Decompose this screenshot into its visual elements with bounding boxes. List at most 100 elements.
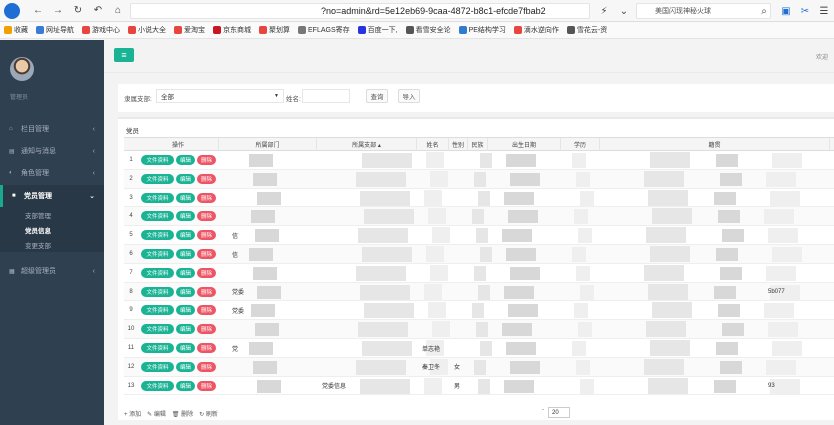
doc-button[interactable]: 文件资料	[141, 286, 174, 297]
delete-button[interactable]: 删除	[197, 343, 216, 353]
delete-button[interactable]: 删除	[197, 249, 216, 259]
doc-button[interactable]: 文件资料	[141, 343, 174, 353]
name-input[interactable]	[302, 89, 350, 103]
delete-button[interactable]: 删除	[197, 305, 216, 316]
edit-button[interactable]: 编辑	[176, 324, 195, 335]
bookmark-item[interactable]: 雪花云-资	[566, 25, 607, 35]
table-row[interactable]: 7 文件资料 编辑 删除	[124, 264, 834, 283]
submenu-change-branch[interactable]: 变更支部	[0, 237, 104, 252]
table-row[interactable]: 2 文件资料 编辑 删除	[124, 169, 834, 189]
table-row[interactable]: 12 文件资料 编辑 删除 秦卫冬 女	[124, 357, 834, 377]
doc-button[interactable]: 文件资料	[141, 230, 174, 241]
bookmark-item[interactable]: 滴水逆向作	[513, 25, 559, 35]
bookmark-item[interactable]: 百度一下,	[357, 25, 398, 35]
bookmark-item[interactable]: 小说大全	[128, 25, 166, 35]
page-size-select[interactable]: 20	[548, 407, 570, 418]
column-header[interactable]: 籍贯	[600, 138, 830, 151]
menu-icon[interactable]: ☰	[816, 3, 832, 19]
bookmark-item[interactable]: 收藏	[4, 25, 28, 35]
edit-button[interactable]: 编辑	[176, 343, 195, 353]
refresh-icon[interactable]: ↻	[70, 3, 86, 19]
delete-button[interactable]: 删除	[197, 192, 216, 203]
column-header[interactable]: 所属部门	[219, 138, 317, 151]
avatar[interactable]	[10, 57, 34, 81]
back-icon[interactable]: ←	[30, 3, 46, 19]
doc-button[interactable]: 文件资料	[141, 267, 174, 278]
edit-button[interactable]: 编辑	[176, 230, 195, 241]
refresh-button[interactable]: ↻ 刷新	[199, 409, 218, 418]
bookmark-item[interactable]: 游戏中心	[82, 25, 120, 35]
doc-button[interactable]: 文件资料	[141, 361, 174, 372]
delete-button[interactable]: 删除	[197, 361, 216, 372]
delete-button[interactable]: 删除	[197, 286, 216, 297]
doc-button[interactable]: 文件资料	[141, 249, 174, 259]
undo-icon[interactable]: ↶	[90, 3, 106, 19]
import-button[interactable]: 导入	[398, 89, 420, 103]
address-bar[interactable]: ?no=admin&rd=5e12eb69-9caa-4872-b8c1-efc…	[130, 3, 590, 19]
table-row[interactable]: 11 文件资料 编辑 删除 党 单志艳	[124, 339, 834, 358]
delete-button[interactable]: 删除	[197, 380, 216, 391]
column-header[interactable]: 所属支部 ▴	[317, 138, 417, 151]
column-header[interactable]: 学历	[561, 138, 600, 151]
edit-button[interactable]: 编辑	[176, 211, 195, 222]
doc-button[interactable]: 文件资料	[141, 324, 174, 335]
forward-icon[interactable]: →	[50, 3, 66, 19]
delete-button[interactable]: 删除	[197, 211, 216, 222]
edit-button[interactable]: 编辑	[176, 173, 195, 184]
edit-button[interactable]: 编辑	[176, 192, 195, 203]
edit-button[interactable]: 编辑	[176, 361, 195, 372]
screenshot-icon[interactable]: ✂	[797, 3, 813, 19]
delete-button[interactable]: 删除	[197, 155, 216, 165]
column-header[interactable]: 性别	[449, 138, 468, 151]
doc-button[interactable]: 文件资料	[141, 380, 174, 391]
extension-icon[interactable]: ▣	[778, 3, 794, 19]
edit-button[interactable]: 编辑	[176, 380, 195, 391]
table-row[interactable]: 4 文件资料 编辑 删除	[124, 207, 834, 227]
edit-button[interactable]: 编辑	[176, 305, 195, 316]
delete-button[interactable]: 删除	[197, 267, 216, 278]
column-header[interactable]: 出生日期	[488, 138, 561, 151]
add-button[interactable]: + 添加	[124, 409, 141, 418]
table-row[interactable]: 10 文件资料 编辑 删除	[124, 320, 834, 339]
search-icon[interactable]: ⌕	[756, 3, 772, 19]
delete-button[interactable]: 删除	[197, 173, 216, 184]
table-row[interactable]: 3 文件资料 编辑 删除	[124, 189, 834, 208]
bookmark-item[interactable]: 看雪安全论	[405, 25, 451, 35]
delete-button[interactable]: 删除	[197, 324, 216, 335]
table-row[interactable]: 13 文件资料 编辑 删除 党委信息 男 93	[124, 377, 834, 396]
bookmark-item[interactable]: 京东商城	[213, 25, 251, 35]
column-header[interactable]: 姓名	[417, 138, 449, 151]
doc-button[interactable]: 文件资料	[141, 173, 174, 184]
dropdown-icon[interactable]: ⌄	[616, 3, 632, 19]
column-header[interactable]: 民族	[468, 138, 488, 151]
lightning-icon[interactable]: ⚡	[596, 3, 612, 19]
edit-button[interactable]: ✎ 编辑	[147, 409, 166, 418]
menu-item-members[interactable]: ■ 党员管理 ⌄	[0, 185, 104, 207]
table-row[interactable]: 5 文件资料 编辑 删除 信	[124, 226, 834, 245]
bookmark-item[interactable]: 聚划算	[259, 25, 290, 35]
menu-item-superadmin[interactable]: ▦ 超级管理员 ‹	[0, 260, 104, 282]
table-row[interactable]: 1 文件资料 编辑 删除	[124, 151, 834, 170]
delete-button[interactable]: 🗑 删除	[172, 409, 193, 418]
table-row[interactable]: 6 文件资料 编辑 删除 信	[124, 245, 834, 264]
edit-button[interactable]: 编辑	[176, 249, 195, 259]
table-row[interactable]: 9 文件资料 编辑 删除 党委	[124, 301, 834, 321]
menu-item-notices[interactable]: ▤ 通知与消息 ‹	[0, 140, 104, 162]
doc-button[interactable]: 文件资料	[141, 192, 174, 203]
edit-button[interactable]: 编辑	[176, 286, 195, 297]
bookmark-item[interactable]: 爱淘宝	[174, 25, 205, 35]
table-row[interactable]: 8 文件资料 编辑 删除 党委 5b077	[124, 282, 834, 302]
doc-button[interactable]: 文件资料	[141, 155, 174, 165]
delete-button[interactable]: 删除	[197, 230, 216, 241]
column-header[interactable]: 操作	[138, 138, 219, 151]
submenu-branch[interactable]: 支部管理	[0, 207, 104, 222]
home-icon[interactable]: ⌂	[110, 3, 126, 19]
menu-item-roles[interactable]: ◐ 角色管理 ‹	[0, 162, 104, 184]
submenu-member-info[interactable]: 党员信息	[0, 222, 104, 237]
branch-select[interactable]: 全部 ▼	[156, 89, 284, 103]
search-input[interactable]: 美国闪现神秘火球	[636, 3, 771, 19]
menu-item-columns[interactable]: ⌂ 栏目管理 ‹	[0, 118, 104, 140]
sidebar-toggle-button[interactable]: ≡	[114, 48, 134, 62]
bookmark-item[interactable]: 网址导航	[36, 25, 74, 35]
doc-button[interactable]: 文件资料	[141, 305, 174, 316]
